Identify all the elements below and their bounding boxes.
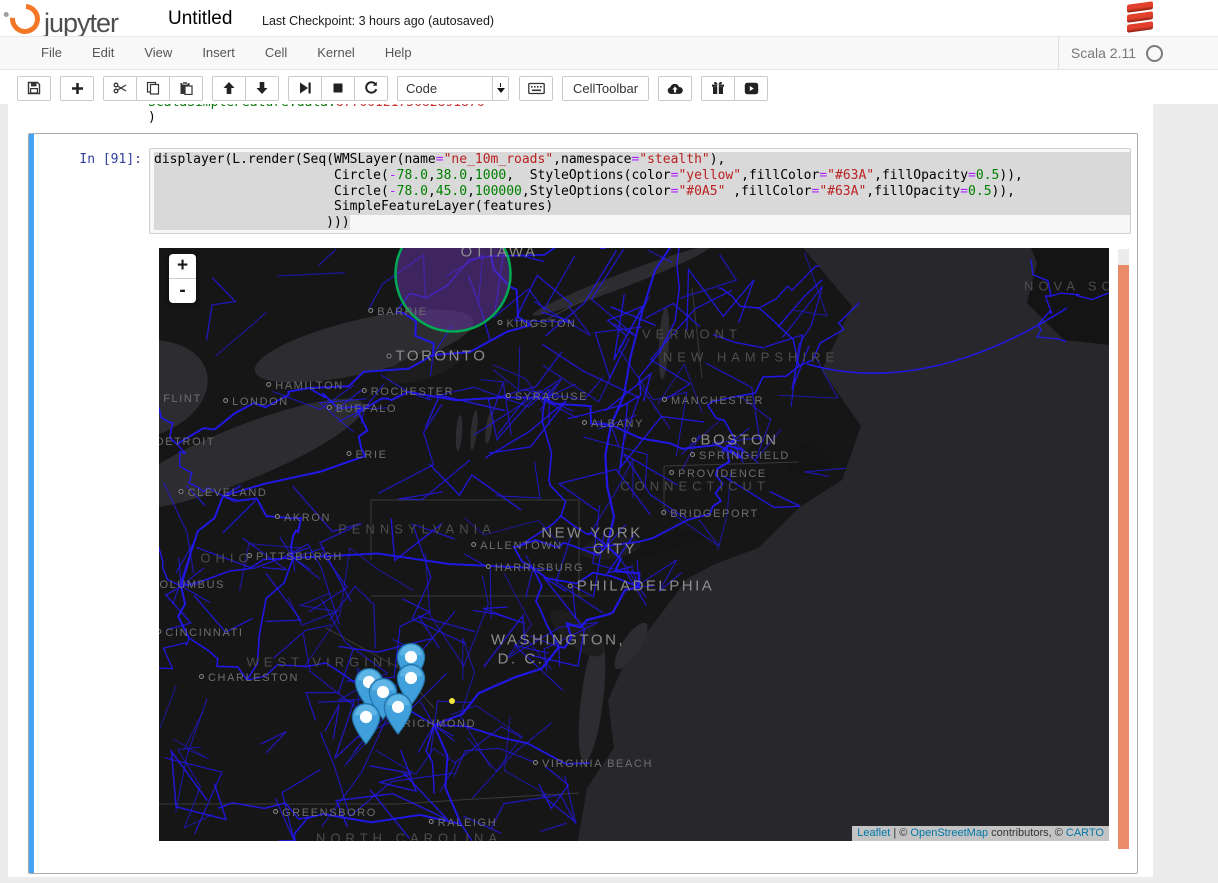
attribution-text: | © [890,827,910,839]
input-prompt: In [91]: [29,152,142,167]
notebook-title[interactable]: Untitled [168,8,232,30]
interrupt-kernel-button[interactable] [321,76,355,101]
map-marker-pin[interactable] [351,703,381,745]
menu-bar: FileEditViewInsertCellKernelHelp Scala 2… [0,36,1218,70]
chevron-down-icon [492,77,508,100]
leaflet-link[interactable]: Leaflet [857,827,890,839]
kernel-indicator: Scala 2.11 [1058,37,1163,69]
checkpoint-status: Last Checkpoint: 3 hours ago (autosaved) [262,14,494,28]
code-line: SimpleFeatureLayer(features) [154,199,1130,215]
carto-link[interactable]: CARTO [1066,827,1104,839]
map-attribution: Leaflet | © OpenStreetMap contributors, … [852,826,1109,841]
notebook-header: jupyter Untitled Last Checkpoint: 3 hour… [0,0,1218,102]
code-line: ))) [154,215,1130,231]
kernel-idle-icon [1146,45,1163,62]
toolbar: Code CellToolbar [0,70,1218,104]
menu-edit[interactable]: Edit [77,37,129,68]
move-cell-down-button[interactable] [245,76,279,101]
attribution-text: contributors, © [988,827,1066,839]
map-zoom-control: + - [169,254,196,303]
move-cell-up-button[interactable] [212,76,246,101]
code-line: Circle(-78.0,45.0,100000,StyleOptions(co… [154,184,1130,200]
header-top-row: jupyter Untitled Last Checkpoint: 3 hour… [0,0,1218,36]
paste-cells-button[interactable] [169,76,203,101]
add-cell-button[interactable] [60,76,94,101]
copy-cells-button[interactable] [136,76,170,101]
map-marker-pin[interactable] [383,693,413,735]
selected-cell-indicator [29,134,34,873]
map-zoom-out-button[interactable]: - [169,279,196,303]
cut-cell-button[interactable] [103,76,137,101]
command-palette-button[interactable] [519,76,553,101]
menu-insert[interactable]: Insert [187,37,250,68]
code-line: Circle(-78.0,38.0,1000, StyleOptions(col… [154,168,1130,184]
map-markers-layer [159,248,1109,841]
output-scrollbar[interactable] [1118,249,1129,849]
map-zoom-in-button[interactable]: + [169,254,196,279]
play-video-button[interactable] [734,76,768,101]
cloud-upload-button[interactable] [658,76,692,101]
notebook-container: ScalaSimpleFeature:data:8776612175682891… [8,0,1153,877]
menu-kernel[interactable]: Kernel [302,37,370,68]
cell-type-value: Code [398,77,492,100]
save-button[interactable] [17,76,51,101]
code-editor[interactable]: displayer(L.render(Seq(WMSLayer(name="ne… [149,148,1131,234]
kernel-name: Scala 2.11 [1071,45,1136,61]
menu-file[interactable]: File [26,37,77,68]
cell-type-select[interactable]: Code [397,76,509,101]
code-cell[interactable]: In [91]: displayer(L.render(Seq(WMSLayer… [28,133,1138,874]
menu-view[interactable]: View [129,37,187,68]
celltoolbar-button[interactable]: CellToolbar [562,76,649,101]
scala-kernel-logo-icon [1124,2,1156,34]
previous-output-close: ) [148,110,156,125]
leaflet-map[interactable]: OTTAWANOVA SCOTBARRIEKINGSTONTORONTOVERM… [159,248,1109,841]
run-cell-button[interactable] [288,76,322,101]
restart-kernel-button[interactable] [354,76,388,101]
menu-cell[interactable]: Cell [250,37,302,68]
jupyter-planet-icon [4,0,46,40]
jupyter-logo-text: jupyter [44,8,118,38]
menu-help[interactable]: Help [370,37,427,68]
code-line: displayer(L.render(Seq(WMSLayer(name="ne… [154,152,1130,168]
output-scrollbar-thumb[interactable] [1118,265,1129,849]
jupyter-logo[interactable]: jupyter [10,2,118,38]
openstreetmap-link[interactable]: OpenStreetMap [910,827,988,839]
gift-button[interactable] [701,76,735,101]
